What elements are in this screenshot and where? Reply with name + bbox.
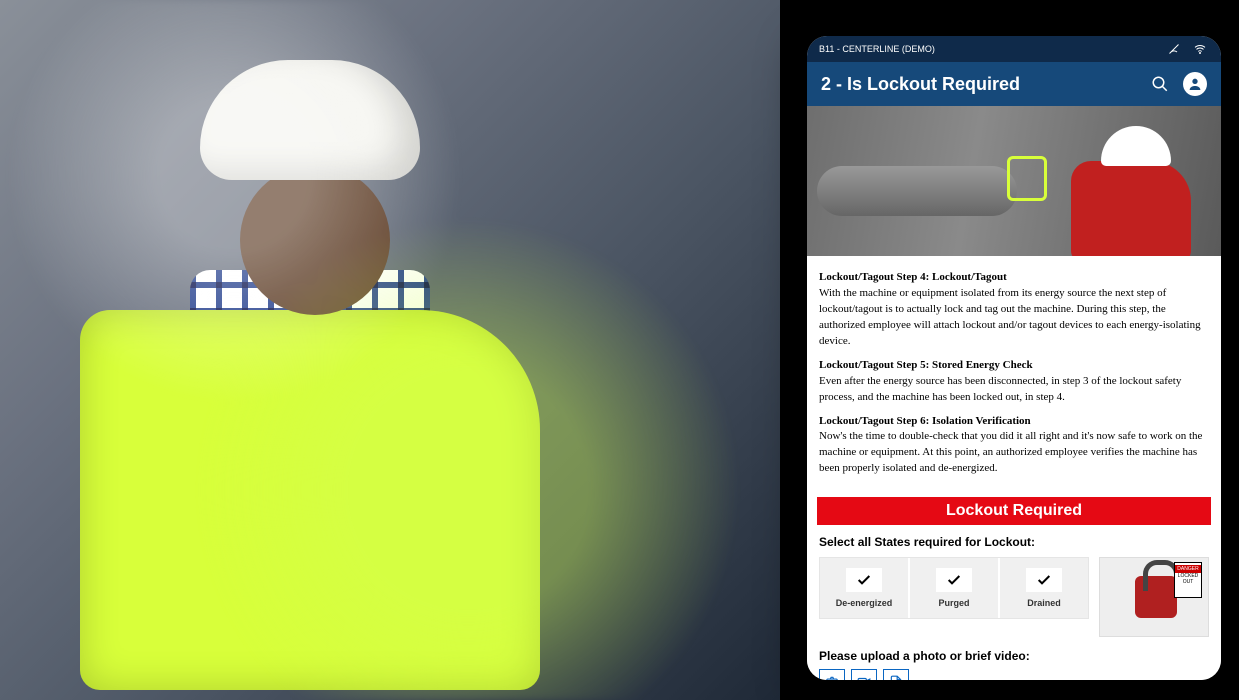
checkmark-icon xyxy=(936,568,972,592)
danger-tag-bot: OUT xyxy=(1175,579,1201,585)
upload-label: Please upload a photo or brief video: xyxy=(819,649,1209,663)
site-label: B11 - CENTERLINE (DEMO) xyxy=(819,44,935,54)
camera-button[interactable] xyxy=(819,669,845,680)
step-text: With the machine or equipment isolated f… xyxy=(819,286,1209,350)
state-label: Purged xyxy=(938,598,969,608)
video-button[interactable] xyxy=(851,669,877,680)
checkmark-icon xyxy=(1026,568,1062,592)
status-bar: B11 - CENTERLINE (DEMO) xyxy=(807,36,1221,62)
step-text: Now's the time to double-check that you … xyxy=(819,429,1209,477)
step-heading: Lockout/Tagout Step 6: Isolation Verific… xyxy=(819,414,1209,430)
page-title: 2 - Is Lockout Required xyxy=(821,74,1020,95)
search-icon[interactable] xyxy=(1151,75,1169,93)
wifi-icon xyxy=(1191,40,1209,58)
file-button[interactable] xyxy=(883,669,909,680)
state-label: De-energized xyxy=(836,598,893,608)
content-scroll[interactable]: Lockout/Tagout Step 4: Lockout/Tagout Wi… xyxy=(807,106,1221,680)
step-heading: Lockout/Tagout Step 4: Lockout/Tagout xyxy=(819,270,1209,286)
profile-icon[interactable] xyxy=(1183,72,1207,96)
state-option-deenergized[interactable]: De-energized xyxy=(820,558,910,618)
state-option-drained[interactable]: Drained xyxy=(1000,558,1088,618)
tablet-screen: B11 - CENTERLINE (DEMO) 2 - Is Lockout R… xyxy=(807,36,1221,680)
states-option-grid: De-energized Purged Draine xyxy=(819,557,1089,619)
step-heading: Lockout/Tagout Step 5: Stored Energy Che… xyxy=(819,358,1209,374)
checkmark-icon xyxy=(846,568,882,592)
lockout-required-banner: Lockout Required xyxy=(817,497,1211,525)
states-question-label: Select all States required for Lockout: xyxy=(819,535,1209,549)
signal-off-icon xyxy=(1165,40,1183,58)
danger-tag-top: DANGER xyxy=(1175,565,1201,573)
app-header: 2 - Is Lockout Required xyxy=(807,62,1221,106)
lockout-reference-image: DANGER LOCKED OUT xyxy=(1099,557,1209,637)
tablet-frame: B11 - CENTERLINE (DEMO) 2 - Is Lockout R… xyxy=(799,28,1229,688)
state-label: Drained xyxy=(1027,598,1061,608)
state-option-purged[interactable]: Purged xyxy=(910,558,1000,618)
step-text: Even after the energy source has been di… xyxy=(819,374,1209,406)
background-photo xyxy=(0,0,780,700)
instruction-image xyxy=(807,106,1221,256)
